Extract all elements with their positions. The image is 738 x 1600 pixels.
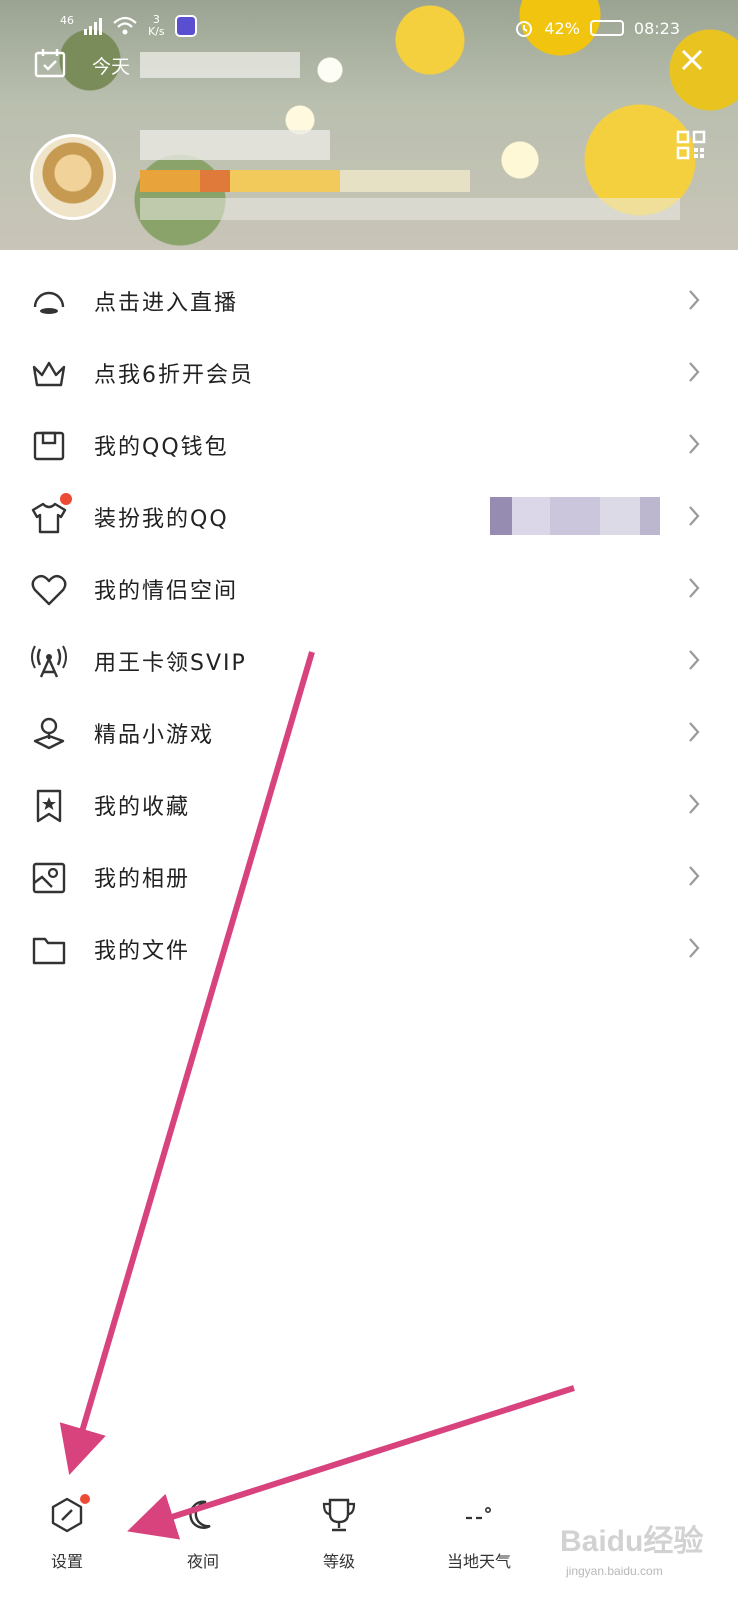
menu-item-couple-space[interactable]: 我的情侣空间 xyxy=(0,553,738,625)
chevron-right-icon xyxy=(689,794,700,814)
weather-icon xyxy=(466,1507,491,1520)
baidu-jingyan-watermark: Baidu经验 jingyan.baidu.com xyxy=(560,1510,735,1590)
battery-percent: 42% xyxy=(544,18,580,38)
menu-label: 我的情侣空间 xyxy=(94,579,239,604)
qr-code-icon[interactable] xyxy=(676,130,706,160)
trophy-icon xyxy=(322,1498,356,1532)
calendar-checkin-icon[interactable] xyxy=(34,48,66,78)
level-button[interactable]: 等级 xyxy=(284,1490,394,1590)
weather-button[interactable]: 当地天气 xyxy=(424,1490,534,1590)
chevron-right-icon xyxy=(689,506,700,526)
settings-label: 设置 xyxy=(50,1552,83,1571)
menu-item-wallet[interactable]: 我的QQ钱包 xyxy=(0,409,738,481)
bookmark-star-icon xyxy=(36,789,62,823)
net-speed-unit: K/s xyxy=(148,25,165,38)
menu-label: 装扮我的QQ xyxy=(94,507,229,532)
moon-icon xyxy=(189,1500,211,1529)
weather-label: 当地天气 xyxy=(446,1552,511,1571)
menu-item-live[interactable]: 点击进入直播 xyxy=(0,265,738,337)
watermark-url: jingyan.baidu.com xyxy=(566,1564,663,1578)
qq-side-drawer: 46 3 K/s 42% 08:23 今天 点击进入直播 点我6折开会员 我的Q… xyxy=(0,0,738,1600)
battery-icon xyxy=(589,20,624,36)
chevron-right-icon xyxy=(689,290,700,310)
chevron-right-icon xyxy=(689,650,700,670)
antenna-icon xyxy=(31,645,67,678)
menu-item-favorites[interactable]: 我的收藏 xyxy=(0,769,738,841)
folder-icon xyxy=(32,937,66,965)
blurred-dressup-preview xyxy=(490,497,660,535)
menu-label: 我的相册 xyxy=(94,867,191,892)
menu-label: 用王卡领SVIP xyxy=(94,651,247,676)
watermark-logo: Baidu经验 xyxy=(560,1525,704,1558)
menu-item-dressup[interactable]: 装扮我的QQ xyxy=(0,481,738,553)
menu-label: 我的文件 xyxy=(94,939,191,964)
chevron-right-icon xyxy=(689,938,700,958)
app-notification-icon xyxy=(174,15,197,37)
signal-icon xyxy=(84,17,102,35)
menu-item-album[interactable]: 我的相册 xyxy=(0,841,738,913)
level-label: 等级 xyxy=(322,1552,355,1571)
menu-item-vip[interactable]: 点我6折开会员 xyxy=(0,337,738,409)
avatar[interactable] xyxy=(30,134,116,220)
wallet-icon xyxy=(33,431,65,461)
menu-label: 精品小游戏 xyxy=(94,723,215,748)
settings-button[interactable]: 设置 xyxy=(12,1490,122,1590)
menu-item-mini-games[interactable]: 精品小游戏 xyxy=(0,697,738,769)
blurred-nickname xyxy=(140,52,300,78)
blurred-vip-badges xyxy=(140,170,470,192)
chevron-right-icon xyxy=(689,362,700,382)
menu-item-wangka-svip[interactable]: 用王卡领SVIP xyxy=(0,625,738,697)
wifi-icon xyxy=(113,16,137,35)
chevron-right-icon xyxy=(689,866,700,886)
profile-header: 46 3 K/s 42% 08:23 今天 xyxy=(0,0,738,250)
menu-label: 我的收藏 xyxy=(94,795,191,820)
game-icon xyxy=(33,717,65,750)
heart-icon xyxy=(31,574,67,606)
notification-dot xyxy=(80,1494,90,1504)
notification-dot xyxy=(60,493,72,505)
night-mode-button[interactable]: 夜间 xyxy=(148,1490,258,1590)
blurred-username xyxy=(140,130,330,160)
net-speed: 3 K/s xyxy=(148,14,165,38)
menu-item-files[interactable]: 我的文件 xyxy=(0,913,738,985)
tshirt-icon xyxy=(31,502,67,534)
alarm-icon xyxy=(516,21,533,37)
close-icon[interactable] xyxy=(680,48,704,72)
chevron-right-icon xyxy=(689,434,700,454)
chevron-right-icon xyxy=(689,578,700,598)
crown-icon xyxy=(32,361,66,387)
network-type: 46 xyxy=(60,13,74,27)
today-label[interactable]: 今天 xyxy=(92,52,130,79)
night-label: 夜间 xyxy=(186,1552,219,1571)
chevron-right-icon xyxy=(689,722,700,742)
clock: 08:23 xyxy=(633,18,680,38)
blurred-signature xyxy=(140,198,680,220)
menu-label: 点击进入直播 xyxy=(94,291,239,316)
menu-label: 我的QQ钱包 xyxy=(94,435,229,460)
status-bar: 46 3 K/s 42% 08:23 xyxy=(0,0,738,54)
live-dome-icon xyxy=(33,291,65,314)
menu-label: 点我6折开会员 xyxy=(94,363,254,388)
photo-icon xyxy=(32,862,66,894)
